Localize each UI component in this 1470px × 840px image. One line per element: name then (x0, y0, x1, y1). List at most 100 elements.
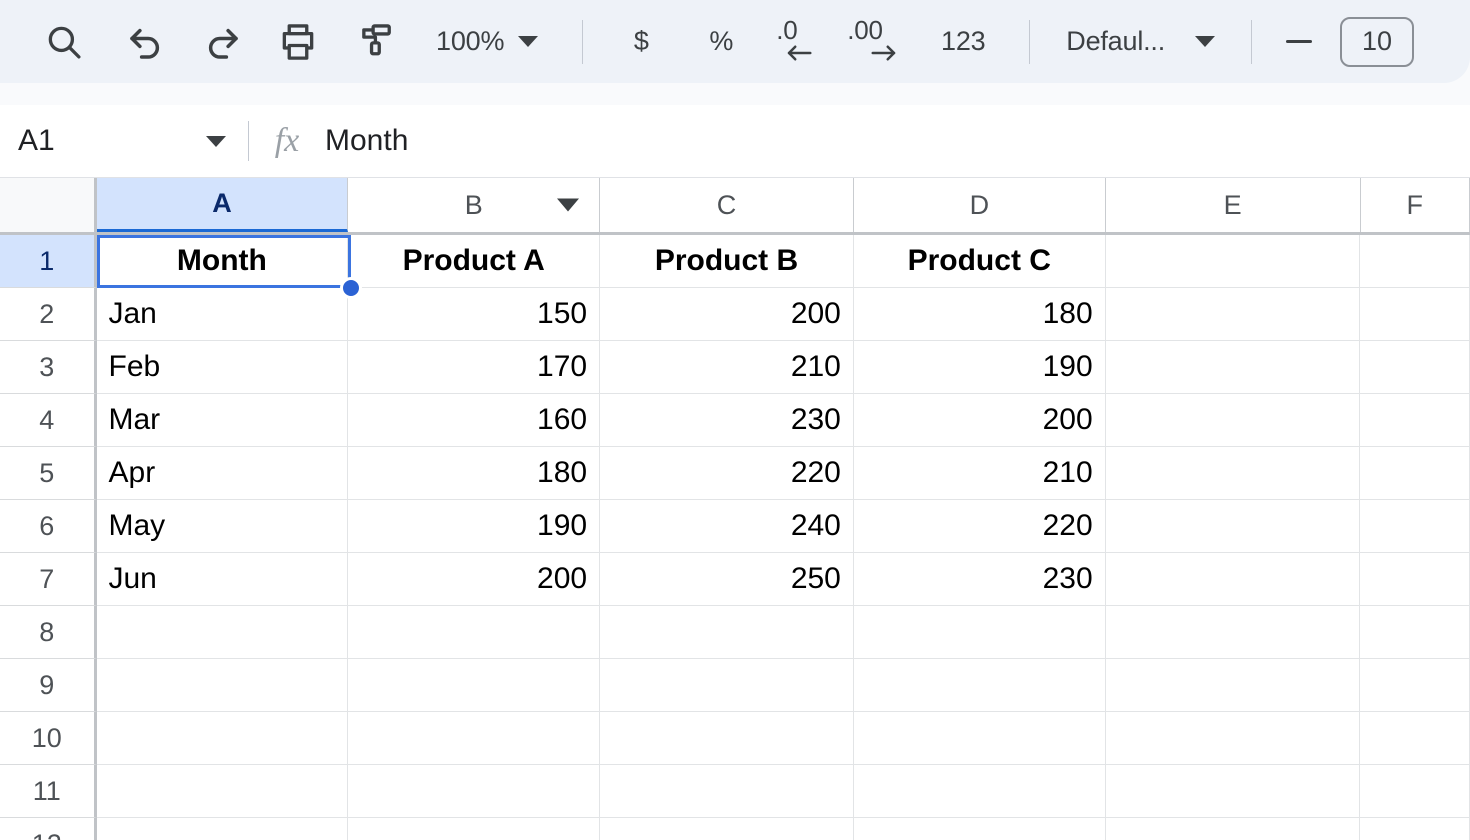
row-header-9[interactable]: 9 (0, 659, 97, 712)
column-header-b[interactable]: B (348, 178, 601, 232)
search-button[interactable] (36, 14, 92, 70)
cell-D11[interactable] (853, 765, 1106, 818)
formula-input[interactable]: Month (325, 105, 1470, 177)
row-header-8[interactable]: 8 (0, 606, 97, 659)
fill-handle[interactable] (340, 277, 362, 299)
cell-A4[interactable]: Mar (96, 394, 349, 447)
cell-B4[interactable]: 160 (348, 394, 601, 447)
cell-B8[interactable] (348, 606, 601, 659)
cell-E8[interactable] (1105, 606, 1361, 659)
paint-format-button[interactable] (346, 14, 402, 70)
percent-format-button[interactable]: % (693, 14, 749, 70)
cell-F4[interactable] (1360, 394, 1470, 447)
cell-E9[interactable] (1105, 659, 1361, 712)
cell-D7[interactable]: 230 (853, 553, 1106, 606)
cell-F8[interactable] (1360, 606, 1470, 659)
cell-B9[interactable] (348, 659, 601, 712)
cell-C1[interactable]: Product B (600, 235, 854, 288)
cell-F12[interactable] (1360, 818, 1470, 840)
row-header-3[interactable]: 3 (0, 341, 97, 394)
cell-F9[interactable] (1360, 659, 1470, 712)
name-box[interactable]: A1 (0, 105, 248, 177)
row-header-11[interactable]: 11 (0, 765, 97, 818)
cell-C4[interactable]: 230 (600, 394, 854, 447)
cell-D12[interactable] (853, 818, 1106, 840)
row-header-1[interactable]: 1 (0, 235, 97, 288)
cell-C9[interactable] (600, 659, 854, 712)
cell-A9[interactable] (96, 659, 349, 712)
cell-E10[interactable] (1105, 712, 1361, 765)
cell-D10[interactable] (853, 712, 1106, 765)
cell-F10[interactable] (1360, 712, 1470, 765)
select-all-corner[interactable] (0, 178, 97, 232)
column-header-d[interactable]: D (853, 178, 1106, 232)
cell-A1[interactable]: Month (96, 235, 349, 288)
row-header-7[interactable]: 7 (0, 553, 97, 606)
decrease-decimal-button[interactable]: .0 (773, 14, 829, 70)
cell-B10[interactable] (348, 712, 601, 765)
row-header-6[interactable]: 6 (0, 500, 97, 553)
decrease-font-size-button[interactable] (1274, 17, 1324, 67)
cell-E6[interactable] (1105, 500, 1361, 553)
cell-B11[interactable] (348, 765, 601, 818)
cell-C2[interactable]: 200 (600, 288, 854, 341)
cell-E5[interactable] (1105, 447, 1361, 500)
cell-A11[interactable] (96, 765, 349, 818)
cell-D9[interactable] (853, 659, 1106, 712)
row-header-12[interactable]: 12 (0, 818, 97, 840)
number-format-button[interactable]: 123 (925, 14, 1001, 70)
cell-C3[interactable]: 210 (600, 341, 854, 394)
cell-E12[interactable] (1105, 818, 1361, 840)
cell-D2[interactable]: 180 (853, 288, 1106, 341)
cell-E2[interactable] (1105, 288, 1361, 341)
chevron-down-icon[interactable] (206, 135, 226, 147)
cell-C6[interactable]: 240 (600, 500, 854, 553)
increase-decimal-button[interactable]: .00 (847, 14, 909, 70)
column-header-a[interactable]: A (96, 178, 349, 232)
cell-C11[interactable] (600, 765, 854, 818)
cell-F6[interactable] (1360, 500, 1470, 553)
cell-A12[interactable] (96, 818, 349, 840)
cell-A7[interactable]: Jun (96, 553, 349, 606)
zoom-selector[interactable]: 100% (426, 14, 548, 70)
row-header-10[interactable]: 10 (0, 712, 97, 765)
cell-B2[interactable]: 150 (348, 288, 601, 341)
cell-D1[interactable]: Product C (853, 235, 1106, 288)
cell-A10[interactable] (96, 712, 349, 765)
cell-A3[interactable]: Feb (96, 341, 349, 394)
column-menu-chevron-down-icon[interactable] (557, 198, 580, 212)
cell-A6[interactable]: May (96, 500, 349, 553)
cell-C12[interactable] (600, 818, 854, 840)
cell-F2[interactable] (1360, 288, 1470, 341)
font-size-input[interactable]: 10 (1340, 16, 1415, 67)
cell-B1[interactable]: Product A (348, 235, 601, 288)
cell-D6[interactable]: 220 (853, 500, 1106, 553)
cell-F5[interactable] (1360, 447, 1470, 500)
cell-C7[interactable]: 250 (600, 553, 854, 606)
cell-B7[interactable]: 200 (348, 553, 601, 606)
cell-A5[interactable]: Apr (96, 447, 349, 500)
cell-A8[interactable] (96, 606, 349, 659)
cell-F3[interactable] (1360, 341, 1470, 394)
cell-C8[interactable] (600, 606, 854, 659)
cell-D3[interactable]: 190 (853, 341, 1106, 394)
cell-E11[interactable] (1105, 765, 1361, 818)
cell-F11[interactable] (1360, 765, 1470, 818)
redo-button[interactable] (194, 14, 250, 70)
cell-B5[interactable]: 180 (348, 447, 601, 500)
undo-button[interactable] (118, 14, 174, 70)
cell-F1[interactable] (1360, 235, 1470, 288)
row-header-5[interactable]: 5 (0, 447, 97, 500)
cell-E3[interactable] (1105, 341, 1361, 394)
currency-format-button[interactable]: $ (613, 14, 669, 70)
column-header-f[interactable]: F (1360, 178, 1470, 232)
cell-E4[interactable] (1105, 394, 1361, 447)
column-header-e[interactable]: E (1105, 178, 1361, 232)
row-header-4[interactable]: 4 (0, 394, 97, 447)
cell-B12[interactable] (348, 818, 601, 840)
cell-B3[interactable]: 170 (348, 341, 601, 394)
cell-D4[interactable]: 200 (853, 394, 1106, 447)
cell-D8[interactable] (853, 606, 1106, 659)
print-button[interactable] (270, 14, 326, 70)
cell-B6[interactable]: 190 (348, 500, 601, 553)
